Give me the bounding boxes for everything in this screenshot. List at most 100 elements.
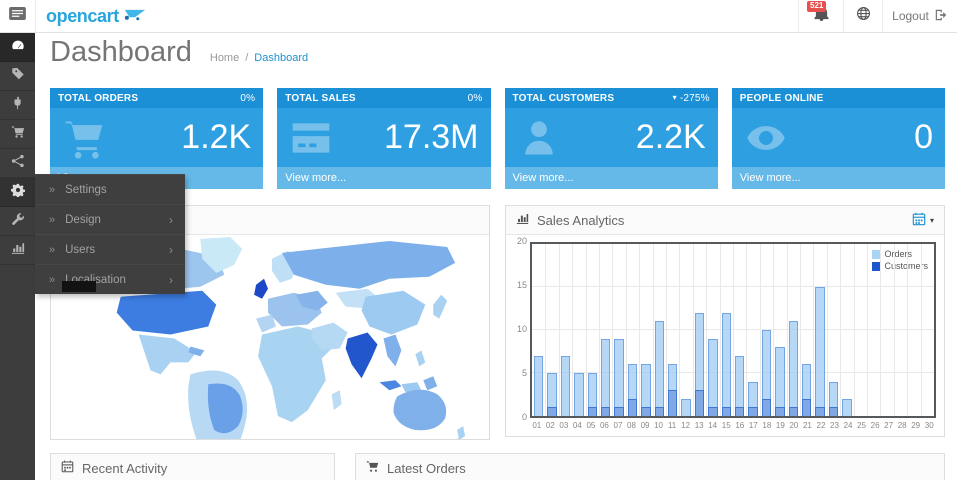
user-icon (517, 116, 561, 160)
sign-out-icon (934, 8, 948, 25)
shopping-cart-icon (366, 460, 379, 476)
tile-title: TOTAL SALES (285, 93, 356, 104)
flyout-item-label: Users (65, 244, 95, 256)
chart-bar-customers (735, 407, 744, 416)
breadcrumb-dashboard[interactable]: Dashboard (254, 52, 308, 64)
speedometer-icon (11, 38, 25, 57)
sidebar-item-extensions[interactable] (0, 91, 35, 120)
header-actions: 521 Logout (798, 0, 957, 32)
logout-button[interactable]: Logout (882, 0, 957, 32)
caret-down-icon: ▾ (673, 94, 677, 102)
view-more-link[interactable]: View more... (277, 167, 490, 189)
chart-bar-orders (722, 313, 731, 416)
chart-bar-orders (614, 339, 623, 416)
wrench-icon (11, 212, 25, 231)
view-more-link[interactable]: View more... (732, 167, 945, 189)
grid-line (586, 244, 587, 416)
chart-bar-customers (668, 390, 677, 416)
grid-line (559, 244, 560, 416)
grid-line (840, 244, 841, 416)
tile-percent: ▾-275% (673, 93, 710, 104)
sales-analytics-panel: Sales Analytics ▾ 05 10 15 20 OrdersCustome… (505, 205, 945, 437)
sidebar-item-sales[interactable] (0, 120, 35, 149)
recent-activity-panel: Recent Activity (50, 453, 335, 480)
chart-range-dropdown[interactable]: ▾ (912, 212, 934, 229)
tile-percent: 0% (240, 93, 255, 104)
x-tick-label: 08 (625, 421, 639, 430)
page-title: Dashboard (50, 36, 192, 69)
grid-line (827, 244, 828, 416)
chart-bar-orders (775, 347, 784, 416)
x-tick-label: 18 (760, 421, 774, 430)
page-heading-row: Dashboard Home / Dashboard (50, 36, 308, 69)
latest-orders-header: Latest Orders (356, 454, 944, 480)
x-tick-label: 11 (665, 421, 679, 430)
chevron-right-icon: › (169, 213, 173, 227)
y-tick-label: 5 (522, 368, 527, 378)
grid-line (706, 244, 707, 416)
chart-y-axis: 05101520 (514, 242, 530, 418)
notifications-button[interactable]: 521 (798, 0, 843, 32)
sidebar-item-system[interactable] (0, 178, 35, 207)
sidebar-item-tools[interactable] (0, 207, 35, 236)
grid-line (880, 244, 881, 416)
grid-line (867, 244, 868, 416)
globe-icon (856, 6, 871, 26)
grid-line (626, 244, 627, 416)
y-tick-label: 15 (517, 280, 527, 290)
eye-icon (744, 116, 788, 160)
x-tick-label: 05 (584, 421, 598, 430)
x-tick-label: 01 (530, 421, 544, 430)
chart-bar-customers (815, 407, 824, 416)
breadcrumb-home[interactable]: Home (210, 52, 239, 64)
top-header: opencart 521 Logout (0, 0, 957, 33)
system-flyout-menu: »Settings»Design›»Users›»Localisation› (35, 174, 185, 294)
x-tick-label: 20 (787, 421, 801, 430)
flyout-item-design[interactable]: »Design› (35, 204, 185, 234)
chevron-right-icon: › (169, 243, 173, 257)
view-more-link[interactable]: View more... (505, 167, 718, 189)
chart-bar-customers (829, 407, 838, 416)
sidebar-toggle-button[interactable] (0, 0, 36, 32)
y-tick-label: 10 (517, 324, 527, 334)
chart-bar-customers (695, 390, 704, 416)
x-tick-label: 06 (598, 421, 612, 430)
sales-analytics-header: Sales Analytics ▾ (506, 206, 944, 235)
grid-line (612, 244, 613, 416)
calendar-icon (912, 212, 926, 229)
opencart-admin-dashboard: opencart 521 Logout (0, 0, 957, 480)
tile-value: 2.2K (636, 118, 706, 157)
logo-text: opencart (46, 6, 119, 27)
tag-icon (11, 67, 25, 86)
opencart-logo[interactable]: opencart (46, 0, 147, 32)
grid-line (653, 244, 654, 416)
share-icon (11, 154, 25, 173)
chevron-right-icon: › (169, 273, 173, 287)
stat-tile-people-online: PEOPLE ONLINE0View more... (732, 88, 945, 189)
chart-bar-orders (708, 339, 717, 416)
grid-line (773, 244, 774, 416)
sidebar-nav (0, 33, 35, 480)
tile-title: PEOPLE ONLINE (740, 93, 824, 104)
sidebar-item-marketing[interactable] (0, 149, 35, 178)
flyout-item-users[interactable]: »Users› (35, 234, 185, 264)
grid-line (679, 244, 680, 416)
flyout-item-settings[interactable]: »Settings (35, 174, 185, 204)
flyout-fragment (62, 281, 96, 292)
chart-x-axis: 0102030405060708091011121314151617181920… (530, 419, 936, 432)
x-tick-label: 09 (638, 421, 652, 430)
grid-line (746, 244, 747, 416)
grid-line (666, 244, 667, 416)
chart-bar-customers (641, 407, 650, 416)
chart-legend: OrdersCustomers (869, 247, 931, 273)
x-tick-label: 26 (868, 421, 882, 430)
sidebar-item-dashboard[interactable] (0, 33, 35, 62)
x-tick-label: 12 (679, 421, 693, 430)
store-front-button[interactable] (843, 0, 882, 32)
sidebar-item-reports[interactable] (0, 236, 35, 265)
chart-bar-customers (722, 407, 731, 416)
chart-bar-orders (681, 399, 690, 416)
x-tick-label: 25 (855, 421, 869, 430)
flyout-item-localisation[interactable]: »Localisation› (35, 264, 185, 294)
sidebar-item-catalog[interactable] (0, 62, 35, 91)
